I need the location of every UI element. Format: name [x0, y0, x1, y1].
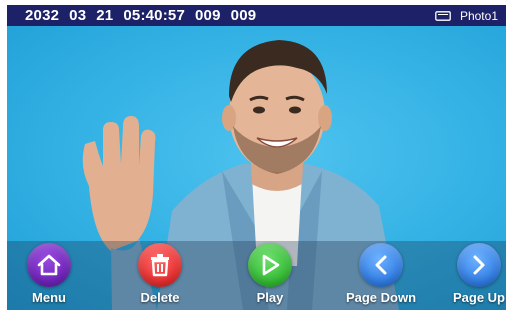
menu-button-circle[interactable] — [27, 243, 71, 287]
page-up-button-label: Page Up — [452, 290, 505, 305]
chevron-right-icon — [473, 255, 485, 275]
page-down-button[interactable]: Page Down — [341, 243, 421, 309]
delete-button[interactable]: Delete — [120, 243, 200, 309]
menu-button[interactable]: Menu — [9, 243, 89, 309]
menu-button-label: Menu — [32, 290, 66, 305]
play-button-circle[interactable] — [248, 243, 292, 287]
delete-button-circle[interactable] — [138, 243, 182, 287]
chevron-left-icon — [375, 255, 387, 275]
date-month: 03 — [69, 7, 87, 24]
page-down-button-circle[interactable] — [359, 243, 403, 287]
sd-card-icon — [435, 10, 451, 21]
photo-total: 009 — [230, 7, 257, 24]
photo-viewer-screen: 2032 03 21 05:40:57 009 009 Photo1 Menu … — [7, 5, 506, 310]
time: 05:40:57 — [123, 7, 186, 24]
home-icon — [37, 254, 61, 276]
delete-button-label: Delete — [140, 290, 180, 305]
play-button-label: Play — [256, 290, 284, 305]
bottom-toolbar: Menu Delete Play Page Down Page Up — [7, 241, 506, 310]
trash-icon — [151, 254, 169, 277]
folder-name: Photo1 — [459, 8, 498, 23]
date-year: 2032 — [25, 7, 60, 24]
page-up-button[interactable]: Page Up — [439, 243, 506, 309]
page-down-button-label: Page Down — [345, 290, 417, 305]
play-button[interactable]: Play — [230, 243, 310, 309]
status-bar: 2032 03 21 05:40:57 009 009 Photo1 — [7, 5, 506, 26]
status-datetime: 2032 03 21 05:40:57 009 009 — [25, 7, 256, 24]
page-up-button-circle[interactable] — [457, 243, 501, 287]
play-icon — [262, 254, 280, 276]
date-day: 21 — [96, 7, 114, 24]
photo-index: 009 — [195, 7, 221, 24]
